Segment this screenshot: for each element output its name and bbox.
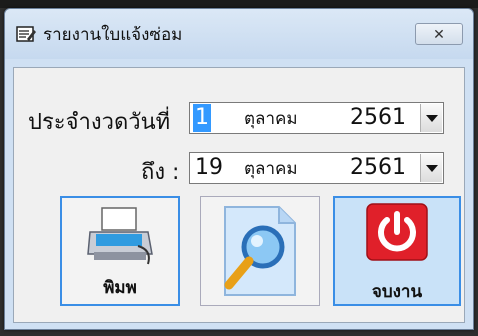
from-month[interactable]: ตุลาคม — [244, 107, 298, 131]
to-date-dropdown-button[interactable] — [420, 154, 442, 182]
exit-button[interactable]: จบงาน — [333, 196, 461, 306]
report-window: รายงานใบแจ้งซ่อม ✕ ประจำงวดวันที่ 1 ตุลา… — [4, 8, 474, 330]
power-icon — [366, 203, 428, 261]
magnifier-document-icon — [224, 206, 296, 296]
to-date-label: ถึง : — [141, 160, 180, 185]
background-top — [0, 0, 478, 8]
printer-icon — [87, 207, 153, 265]
chevron-down-icon — [426, 115, 438, 122]
chevron-down-icon — [426, 165, 438, 172]
to-day[interactable]: 19 — [195, 154, 223, 182]
preview-button[interactable] — [200, 196, 320, 306]
to-year[interactable]: 2561 — [350, 154, 406, 182]
from-date-label: ประจำงวดวันที่ — [28, 110, 171, 135]
print-label: พิมพ — [103, 278, 137, 298]
report-icon — [16, 26, 36, 42]
close-button[interactable]: ✕ — [415, 23, 463, 45]
form-area: ประจำงวดวันที่ 1 ตุลาคม 2561 ถึง : 19 ตุ… — [13, 67, 465, 323]
title-bar[interactable]: รายงานใบแจ้งซ่อม ✕ — [5, 9, 473, 59]
to-date-combo[interactable]: 19 ตุลาคม 2561 — [189, 152, 444, 184]
exit-label: จบงาน — [371, 282, 423, 302]
to-month[interactable]: ตุลาคม — [244, 157, 298, 181]
from-date-combo[interactable]: 1 ตุลาคม 2561 — [189, 102, 444, 134]
close-icon: ✕ — [433, 27, 445, 43]
from-year[interactable]: 2561 — [350, 104, 406, 132]
window-title: รายงานใบแจ้งซ่อม — [43, 25, 183, 45]
from-date-dropdown-button[interactable] — [420, 104, 442, 132]
print-button[interactable]: พิมพ — [60, 196, 180, 306]
from-day[interactable]: 1 — [193, 104, 211, 132]
